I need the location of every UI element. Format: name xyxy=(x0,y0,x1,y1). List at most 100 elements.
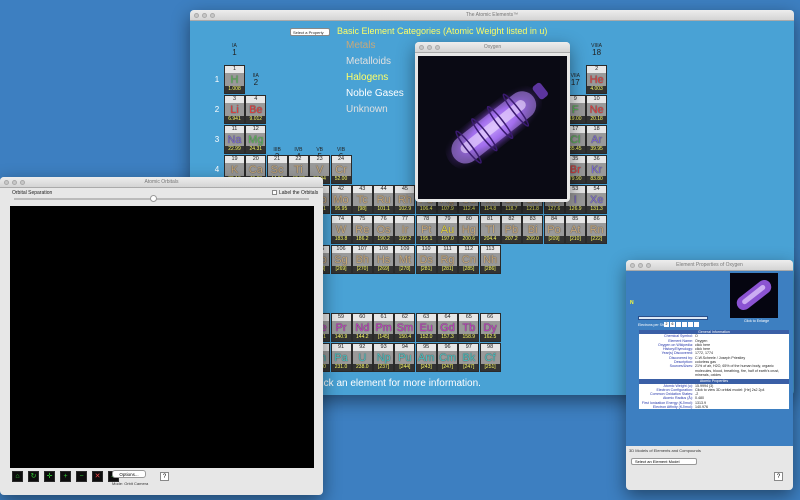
atomic-weight: [237] xyxy=(374,364,394,371)
element-cell-na[interactable]: 11 Na 22.99 xyxy=(224,125,245,154)
element-cell-he[interactable]: 2 He 4.003 xyxy=(586,65,608,94)
general-info-rows: Chemical Symbol: O Element Name: Oxygen Oxyg… xyxy=(639,334,789,377)
atomic-number: 75 xyxy=(352,216,372,223)
atomic-prop-value: 140.976 xyxy=(695,405,708,410)
atomic-number: 74 xyxy=(331,216,351,223)
element-cell-cr[interactable]: 24 Cr 52.00 xyxy=(330,155,352,184)
element-cell-ru[interactable]: 44 Ru 101.1 xyxy=(373,185,395,214)
element-cell-nd[interactable]: 60 Nd 144.2 xyxy=(351,313,373,342)
move-icon[interactable]: ✛ xyxy=(44,471,55,482)
element-cell-mg[interactable]: 12 Mg 24.31 xyxy=(245,125,267,154)
element-cell-eu[interactable]: 63 Eu 152.0 xyxy=(415,313,437,342)
element-cell-li[interactable]: 3 Li 6.941 xyxy=(224,95,245,124)
element-cell-po[interactable]: 84 Po [209] xyxy=(543,215,565,244)
reset-icon[interactable]: ✕ xyxy=(92,471,103,482)
element-cell-bh[interactable]: 107 Bh [270] xyxy=(351,245,373,274)
element-cell-os[interactable]: 76 Os 190.2 xyxy=(373,215,395,244)
element-cell-be[interactable]: 4 Be 9.012 xyxy=(245,95,267,124)
atomic-weight: 4.003 xyxy=(587,86,607,93)
element-cell-bk[interactable]: 97 Bk [247] xyxy=(458,343,480,372)
element-cell-pm[interactable]: 61 Pm [145] xyxy=(373,313,395,342)
atomic-number: 2 xyxy=(587,66,607,73)
atomic-weight: 231.0 xyxy=(331,364,351,371)
element-cell-bi[interactable]: 83 Bi 209.0 xyxy=(522,215,544,244)
atomic-weight: 204.4 xyxy=(480,236,500,243)
rotate-icon[interactable]: ↻ xyxy=(28,471,39,482)
element-cell-au[interactable]: 79 Au 197.0 xyxy=(437,215,458,244)
element-symbol: Sc xyxy=(270,164,284,176)
element-cell-kr[interactable]: 36 Kr 83.80 xyxy=(586,155,608,184)
element-cell-pt[interactable]: 78 Pt 195.1 xyxy=(415,215,437,244)
element-symbol: Bk xyxy=(462,352,476,364)
element-cell-hs[interactable]: 108 Hs [269] xyxy=(373,245,395,274)
period-label: 4 xyxy=(214,165,220,174)
atomic-number: 54 xyxy=(587,186,607,193)
home-icon[interactable]: ⌂ xyxy=(12,471,23,482)
zoom-out-icon[interactable]: − xyxy=(76,471,87,482)
model-select[interactable]: Select an Element Model xyxy=(631,458,697,465)
props-title-bar[interactable]: Element Properties of Oxygen xyxy=(626,260,793,271)
element-cell-sg[interactable]: 106 Sg [269] xyxy=(330,245,352,274)
element-cell-rh[interactable]: 45 Rh 102.9 xyxy=(394,185,416,214)
zoom-in-icon[interactable]: + xyxy=(60,471,71,482)
element-cell-cm[interactable]: 96 Cm [247] xyxy=(437,343,458,372)
element-cell-ir[interactable]: 77 Ir 192.2 xyxy=(394,215,416,244)
label-orbitals-checkbox[interactable] xyxy=(272,190,277,195)
element-symbol: Xe xyxy=(589,194,604,206)
window-controls[interactable] xyxy=(4,180,25,185)
main-title-bar[interactable]: The Atomic Elements™ xyxy=(190,10,794,21)
element-cell-pa[interactable]: 91 Pa 231.0 xyxy=(330,343,352,372)
element-cell-hg[interactable]: 80 Hg 200.6 xyxy=(458,215,480,244)
atomic-weight: 200.6 xyxy=(459,236,479,243)
element-cell-ds[interactable]: 110 Ds [281] xyxy=(415,245,437,274)
window-controls[interactable] xyxy=(419,45,440,50)
element-cell-tb[interactable]: 65 Tb 158.9 xyxy=(458,313,480,342)
atomic-weight: [270] xyxy=(352,266,372,273)
element-cell-xe[interactable]: 54 Xe 131.3 xyxy=(586,185,608,214)
atomic-number: 81 xyxy=(480,216,500,223)
element-cell-dy[interactable]: 66 Dy 162.5 xyxy=(479,313,501,342)
element-cell-rn[interactable]: 86 Rn [222] xyxy=(586,215,608,244)
element-cell-gd[interactable]: 64 Gd 157.3 xyxy=(437,313,458,342)
element-cell-tc[interactable]: 43 Tc [98] xyxy=(351,185,373,214)
enlarge-label[interactable]: Click to Enlarge xyxy=(744,319,769,323)
orbital-title-bar[interactable]: Atomic Orbitals xyxy=(0,177,323,188)
element-symbol: He xyxy=(589,74,604,86)
oxygen-thumbnail[interactable] xyxy=(730,273,778,318)
element-cell-sm[interactable]: 62 Sm 150.4 xyxy=(394,313,416,342)
legend-item-metals: Metals xyxy=(346,40,376,51)
element-cell-cn[interactable]: 112 Cn [285] xyxy=(458,245,480,274)
atomic-number: 12 xyxy=(246,126,266,133)
element-cell-pb[interactable]: 82 Pb 207.2 xyxy=(500,215,522,244)
element-cell-am[interactable]: 95 Am [243] xyxy=(415,343,437,372)
separation-slider-track[interactable] xyxy=(14,198,309,200)
props-help-button[interactable]: ? xyxy=(774,472,783,481)
element-cell-ar[interactable]: 18 Ar 39.95 xyxy=(586,125,608,154)
element-cell-pu[interactable]: 94 Pu [244] xyxy=(394,343,416,372)
element-cell-nh[interactable]: 113 Nh [286] xyxy=(479,245,501,274)
window-controls[interactable] xyxy=(194,13,215,18)
element-cell-w[interactable]: 74 W 183.8 xyxy=(330,215,352,244)
element-cell-cf[interactable]: 98 Cf [251] xyxy=(479,343,501,372)
separation-slider-thumb[interactable] xyxy=(150,195,157,202)
element-cell-tl[interactable]: 81 Tl 204.4 xyxy=(479,215,501,244)
element-cell-ne[interactable]: 10 Ne 20.18 xyxy=(586,95,608,124)
oxygen-title-bar[interactable]: Oxygen xyxy=(415,42,570,53)
options-button[interactable]: Options... xyxy=(112,470,146,478)
element-cell-np[interactable]: 93 Np [237] xyxy=(373,343,395,372)
element-cell-mt[interactable]: 109 Mt [278] xyxy=(394,245,416,274)
atomic-number: 43 xyxy=(352,186,372,193)
element-cell-u[interactable]: 92 U 238.0 xyxy=(351,343,373,372)
element-cell-mo[interactable]: 42 Mo 95.95 xyxy=(330,185,352,214)
help-button[interactable]: ? xyxy=(160,472,169,481)
element-cell-at[interactable]: 85 At [210] xyxy=(564,215,586,244)
element-cell-pr[interactable]: 59 Pr 140.9 xyxy=(330,313,352,342)
element-cell-h[interactable]: 1 H 1.008 xyxy=(224,65,245,94)
orbital-window-title: Atomic Orbitals xyxy=(144,179,179,185)
property-select[interactable]: Select a Property xyxy=(290,28,330,36)
atomic-weight: [286] xyxy=(480,266,500,273)
window-controls[interactable] xyxy=(630,263,651,268)
orbital-3d-view[interactable] xyxy=(10,206,314,495)
element-cell-rg[interactable]: 111 Rg [281] xyxy=(437,245,458,274)
element-cell-re[interactable]: 75 Re 186.2 xyxy=(351,215,373,244)
